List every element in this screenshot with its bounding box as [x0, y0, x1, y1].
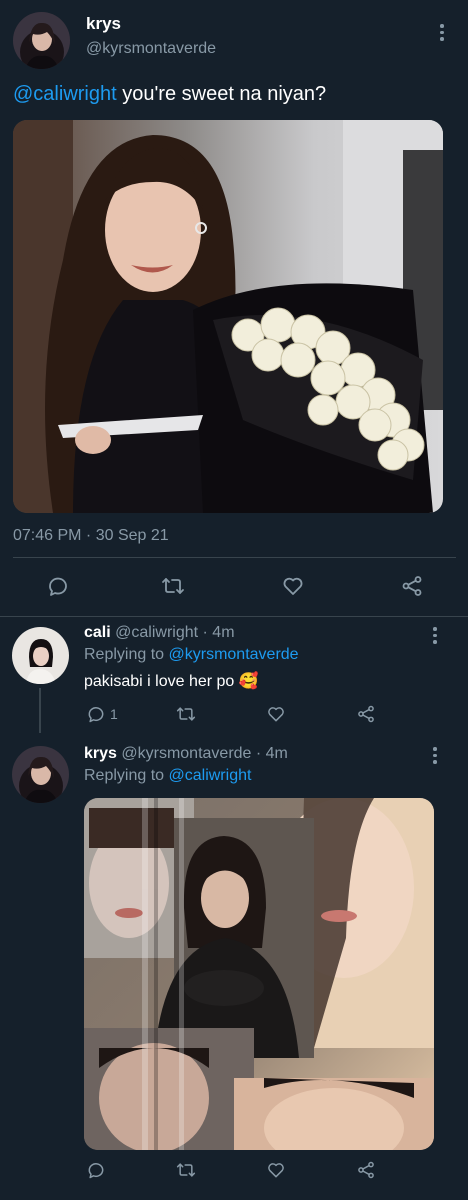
replying-to: Replying to @kyrsmontaverde: [84, 646, 299, 664]
share-icon[interactable]: [356, 1160, 376, 1180]
like-icon[interactable]: [281, 574, 305, 598]
display-name[interactable]: cali: [84, 624, 111, 641]
tweet-body: you're sweet na niyan?: [116, 83, 327, 105]
display-name[interactable]: krys: [84, 745, 117, 762]
smiling-face-hearts-emoji: 🥰: [238, 673, 259, 690]
tweet-photo[interactable]: [13, 120, 443, 513]
avatar-image: [12, 627, 69, 684]
timestamp[interactable]: 07:46 PM · 30 Sep 21: [13, 527, 169, 545]
comment-icon[interactable]: [46, 574, 70, 598]
retweet-icon[interactable]: [160, 574, 186, 598]
mention-link[interactable]: @caliwright: [13, 83, 117, 105]
tweet-time[interactable]: · 4m: [198, 624, 235, 641]
comment-icon[interactable]: [86, 1160, 106, 1180]
photo-image: [13, 120, 443, 513]
handle[interactable]: @kyrsmontaverde: [86, 40, 216, 58]
tweet-photo[interactable]: [84, 798, 434, 1150]
tweet-time[interactable]: · 4m: [251, 745, 288, 762]
more-icon[interactable]: [440, 24, 444, 41]
reply-header: cali @caliwright · 4m: [84, 624, 235, 642]
divider: [13, 557, 456, 558]
like-icon[interactable]: [266, 1160, 286, 1180]
handle[interactable]: @caliwright: [115, 624, 198, 641]
handle[interactable]: @kyrsmontaverde: [121, 745, 251, 762]
replying-to-label: Replying to: [84, 646, 169, 663]
more-icon[interactable]: [433, 747, 437, 764]
comment-icon[interactable]: [86, 704, 106, 724]
reply-header: krys @kyrsmontaverde · 4m: [84, 745, 288, 763]
photo-image: [84, 798, 434, 1150]
replying-to: Replying to @caliwright: [84, 767, 251, 785]
share-icon[interactable]: [356, 704, 376, 724]
avatar[interactable]: [12, 627, 69, 684]
reply-count: 1: [110, 706, 118, 722]
replying-to-label: Replying to: [84, 767, 169, 784]
avatar-image: [13, 12, 70, 69]
replying-to-link[interactable]: @caliwright: [169, 767, 252, 784]
share-icon[interactable]: [400, 574, 424, 598]
tweet-text: @caliwright you're sweet na niyan?: [13, 83, 326, 106]
display-name[interactable]: krys: [86, 14, 121, 34]
more-icon[interactable]: [433, 627, 437, 644]
divider: [0, 616, 468, 617]
avatar[interactable]: [12, 746, 69, 803]
avatar[interactable]: [13, 12, 70, 69]
reply-text: pakisabi i love her po 🥰: [84, 671, 259, 691]
replying-to-link[interactable]: @kyrsmontaverde: [169, 646, 299, 663]
retweet-icon[interactable]: [175, 704, 197, 724]
retweet-icon[interactable]: [175, 1160, 197, 1180]
like-icon[interactable]: [266, 704, 286, 724]
avatar-image: [12, 746, 69, 803]
reply-body: pakisabi i love her po: [84, 673, 235, 690]
thread-line: [39, 688, 41, 733]
